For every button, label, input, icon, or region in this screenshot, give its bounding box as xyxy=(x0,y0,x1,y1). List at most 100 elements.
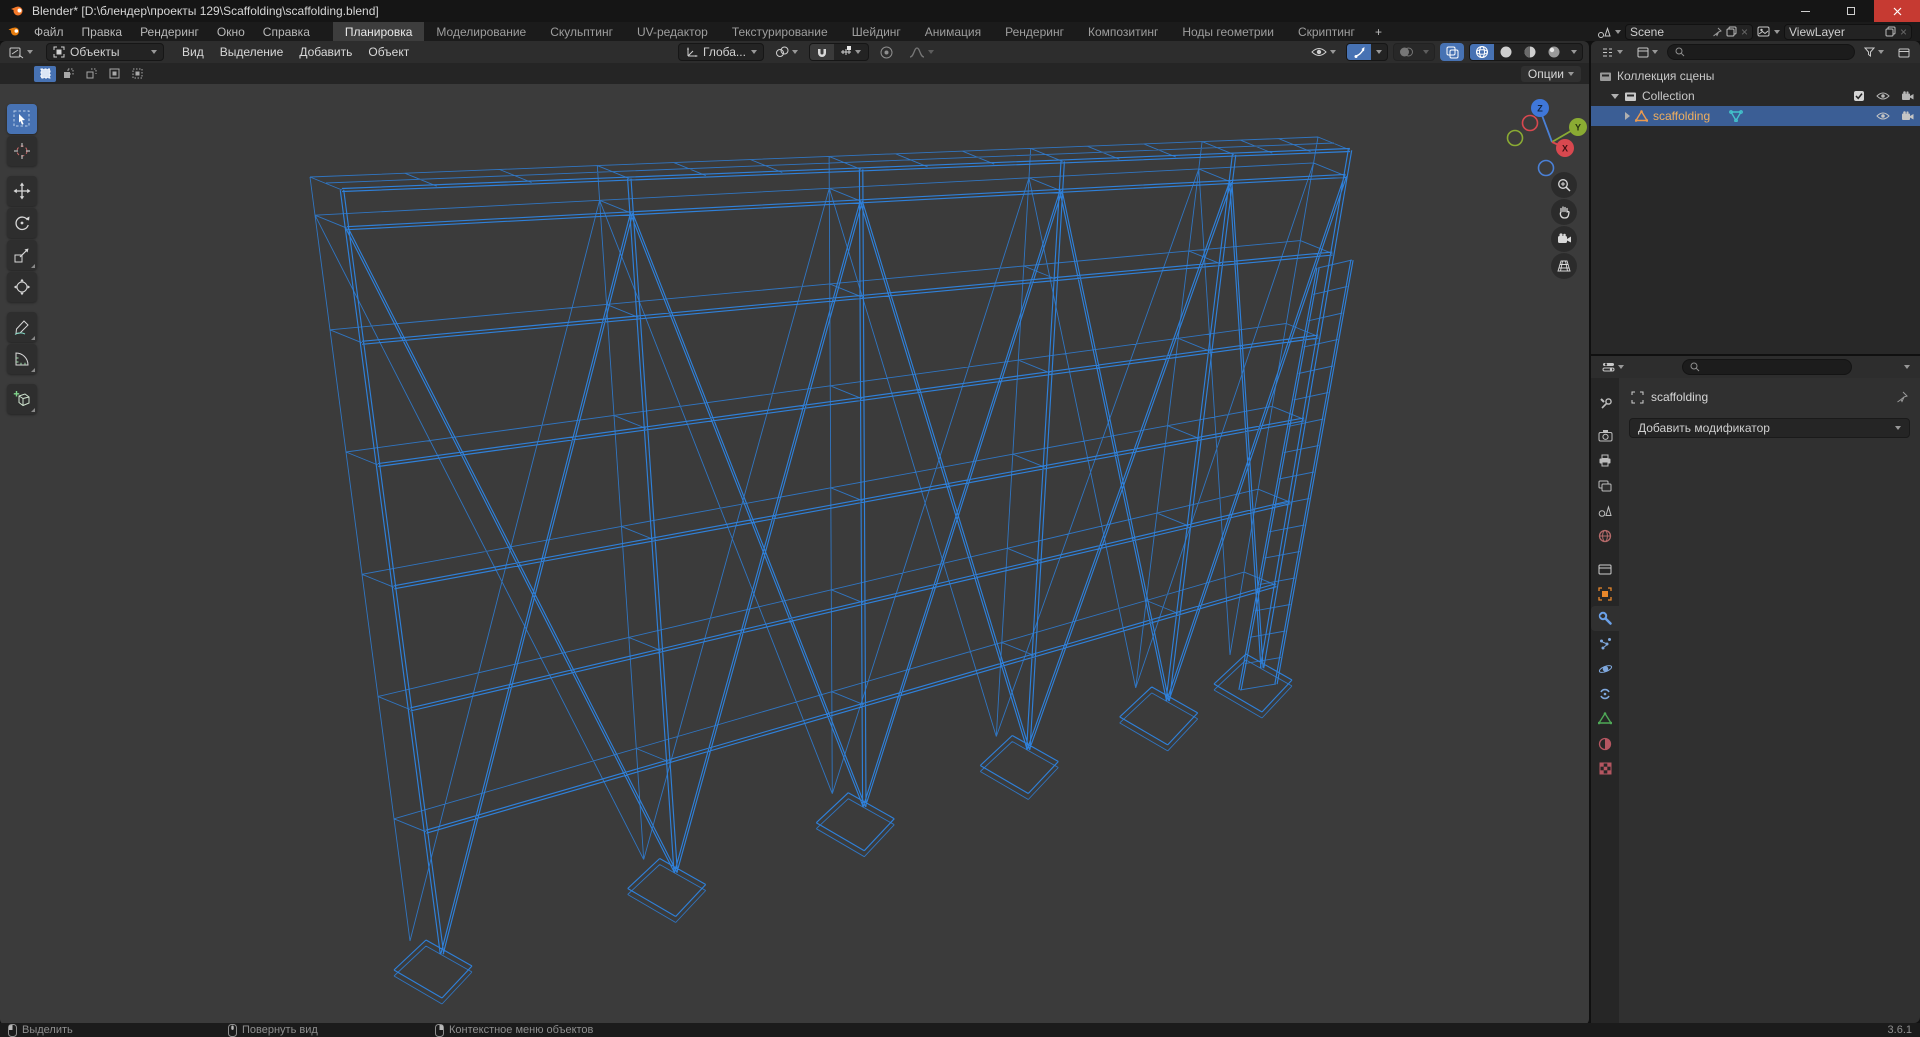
scale-tool[interactable] xyxy=(7,240,37,270)
select-mode-set[interactable] xyxy=(34,65,56,82)
gizmos-dropdown[interactable] xyxy=(1371,44,1387,60)
tab-tool[interactable] xyxy=(1591,390,1619,415)
close-button[interactable] xyxy=(1874,0,1920,22)
new-scene-icon[interactable] xyxy=(1726,26,1737,37)
zoom-button[interactable] xyxy=(1551,172,1577,198)
add-menu[interactable]: Добавить xyxy=(291,45,360,59)
pivot-point-selector[interactable] xyxy=(770,43,803,61)
tab-view-layer[interactable] xyxy=(1591,473,1619,498)
scaffolding-object-row[interactable]: scaffolding xyxy=(1591,106,1920,126)
tab-render[interactable] xyxy=(1591,423,1619,448)
add-primitive-tool[interactable] xyxy=(7,384,37,414)
menu-window[interactable]: Окно xyxy=(208,22,254,41)
mode-selector[interactable]: Объекты xyxy=(46,43,164,61)
snap-toggle[interactable] xyxy=(809,44,834,60)
cursor-tool[interactable] xyxy=(7,136,37,166)
outliner-editor-type-button[interactable] xyxy=(1596,43,1628,61)
tab-geometry-nodes[interactable]: Ноды геометрии xyxy=(1170,22,1286,41)
new-collection-button[interactable] xyxy=(1893,43,1915,61)
scene-selector[interactable]: Scene × xyxy=(1625,23,1753,40)
3d-viewport[interactable] xyxy=(0,84,1589,1025)
axis-x-negative[interactable] xyxy=(1521,114,1539,132)
view-menu[interactable]: Вид xyxy=(174,45,212,59)
shading-rendered-button[interactable] xyxy=(1542,44,1566,60)
orthographic-toggle-button[interactable] xyxy=(1551,253,1577,279)
tab-physics[interactable] xyxy=(1591,656,1619,681)
select-mode-invert[interactable] xyxy=(103,66,125,82)
tab-sculpting[interactable]: Скульптинг xyxy=(538,22,625,41)
shading-material-button[interactable] xyxy=(1518,44,1542,60)
tab-particles[interactable] xyxy=(1591,631,1619,656)
overlays-dropdown[interactable] xyxy=(1418,44,1434,60)
remove-layer-icon[interactable]: × xyxy=(1900,25,1907,39)
pin-icon[interactable] xyxy=(1896,391,1908,403)
tab-collection[interactable] xyxy=(1591,556,1619,581)
tab-shading[interactable]: Шейдинг xyxy=(840,22,913,41)
disable-render-camera-icon[interactable] xyxy=(1901,91,1914,101)
camera-view-button[interactable] xyxy=(1551,226,1577,252)
move-tool[interactable] xyxy=(7,176,37,206)
xray-toggle[interactable] xyxy=(1440,43,1464,61)
tab-scene[interactable] xyxy=(1591,498,1619,523)
tab-constraints[interactable] xyxy=(1591,681,1619,706)
menu-edit[interactable]: Правка xyxy=(73,22,132,41)
proportional-edit-toggle[interactable] xyxy=(875,43,898,61)
pin-icon[interactable] xyxy=(1712,27,1722,37)
collapse-arrow-icon[interactable] xyxy=(1611,93,1619,99)
snap-target-selector[interactable] xyxy=(834,44,868,60)
unlink-scene-icon[interactable]: × xyxy=(1741,25,1748,39)
scene-collection-row[interactable]: Коллекция сцены xyxy=(1591,66,1920,86)
view-layer-icon[interactable] xyxy=(1757,26,1770,37)
tab-output[interactable] xyxy=(1591,448,1619,473)
options-button[interactable]: Опции xyxy=(1520,65,1581,82)
view-layer-selector[interactable]: ViewLayer × xyxy=(1784,23,1912,40)
annotate-tool[interactable] xyxy=(7,312,37,342)
select-mode-subtract[interactable] xyxy=(80,66,102,82)
collection-row[interactable]: Collection xyxy=(1591,86,1920,106)
tab-material[interactable] xyxy=(1591,731,1619,756)
select-mode-intersect[interactable] xyxy=(126,66,148,82)
select-box-tool[interactable] xyxy=(7,104,37,134)
object-disable-render-icon[interactable] xyxy=(1901,111,1914,121)
object-menu[interactable]: Объект xyxy=(360,45,417,59)
menu-help[interactable]: Справка xyxy=(254,22,319,41)
tab-object-data[interactable] xyxy=(1591,706,1619,731)
add-workspace-button[interactable]: + xyxy=(1367,22,1390,41)
shading-solid-button[interactable] xyxy=(1494,44,1518,60)
tab-modifiers[interactable] xyxy=(1591,606,1619,631)
object-hide-eye-icon[interactable] xyxy=(1876,111,1890,121)
shading-wireframe-button[interactable] xyxy=(1470,44,1494,60)
transform-tool[interactable] xyxy=(7,272,37,302)
tab-animation[interactable]: Анимация xyxy=(913,22,993,41)
tab-object[interactable] xyxy=(1591,581,1619,606)
properties-search-input[interactable] xyxy=(1681,359,1852,375)
outliner-filter-button[interactable] xyxy=(1859,43,1889,61)
measure-tool[interactable] xyxy=(7,344,37,374)
exclude-checkbox[interactable] xyxy=(1853,90,1865,102)
scene-browse-chevron[interactable] xyxy=(1615,29,1621,34)
tab-layout[interactable]: Планировка xyxy=(332,22,425,41)
tab-compositing[interactable]: Композитинг xyxy=(1076,22,1170,41)
axis-y-negative[interactable] xyxy=(1506,129,1524,147)
gizmos-toggle[interactable] xyxy=(1347,44,1371,60)
transform-orientation-selector[interactable]: Глоба... xyxy=(678,43,764,61)
hide-eye-icon[interactable] xyxy=(1876,91,1890,101)
tab-scripting[interactable]: Скриптинг xyxy=(1286,22,1367,41)
properties-options-chevron[interactable] xyxy=(1904,365,1910,369)
editor-type-button[interactable] xyxy=(4,43,38,61)
tab-texture[interactable] xyxy=(1591,756,1619,781)
axis-z-negative[interactable] xyxy=(1537,159,1555,177)
minimize-button[interactable] xyxy=(1782,0,1828,22)
navigation-gizmo[interactable]: Z Y X xyxy=(1500,92,1596,184)
tab-world[interactable] xyxy=(1591,523,1619,548)
menu-file[interactable]: Файл xyxy=(25,22,73,41)
select-mode-extend[interactable] xyxy=(57,66,79,82)
tab-texture-paint[interactable]: Текстурирование xyxy=(720,22,840,41)
pan-button[interactable] xyxy=(1551,199,1577,225)
blender-app-menu[interactable] xyxy=(0,22,25,41)
expand-arrow-icon[interactable] xyxy=(1625,112,1630,120)
properties-editor-type-button[interactable] xyxy=(1597,358,1629,376)
outliner-display-mode-button[interactable] xyxy=(1632,43,1663,61)
object-visibility-selector[interactable] xyxy=(1306,43,1341,61)
menu-render[interactable]: Рендеринг xyxy=(131,22,208,41)
